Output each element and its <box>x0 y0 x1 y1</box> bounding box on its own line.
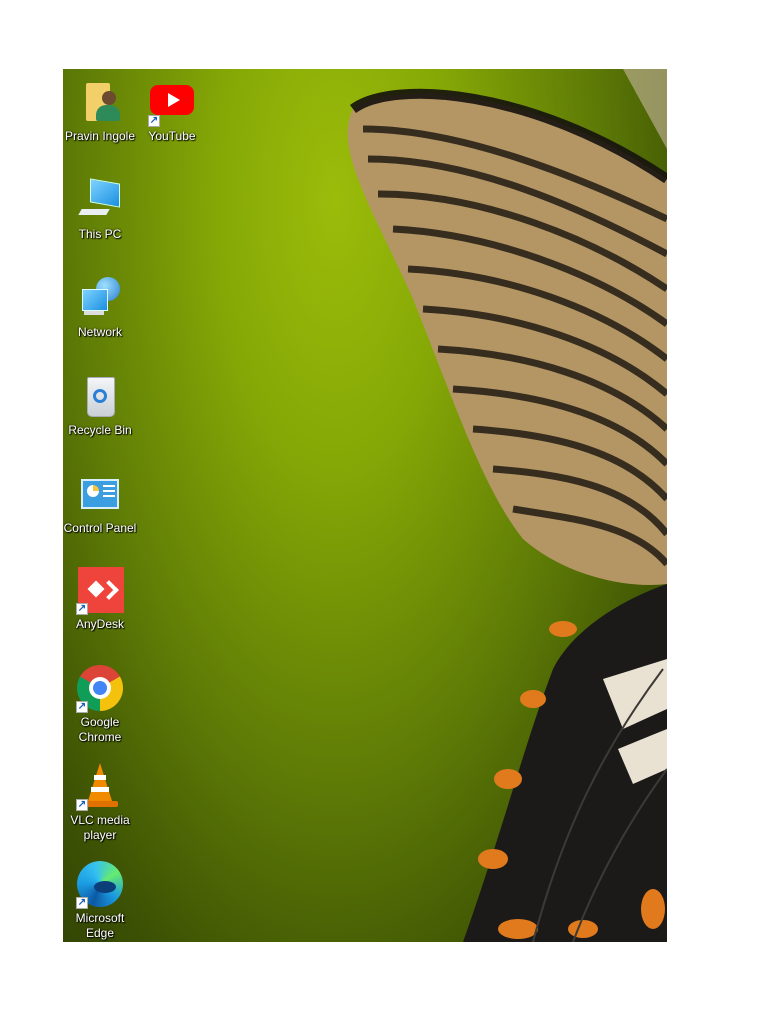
icon-label: This PC <box>78 227 122 241</box>
vlc-cone-icon: ↗ <box>76 763 124 811</box>
desktop-icon-vlc[interactable]: ↗ VLC media player <box>63 763 137 843</box>
edge-icon: ↗ <box>76 861 124 909</box>
desktop-icon-youtube[interactable]: ↗ YouTube <box>135 79 209 144</box>
youtube-icon: ↗ <box>148 79 196 127</box>
icon-label: Network <box>77 325 122 339</box>
desktop-icon-anydesk[interactable]: ↗ AnyDesk <box>63 567 137 632</box>
desktop-icon-pravin-ingole[interactable]: Pravin Ingole <box>63 79 137 144</box>
icon-label: Recycle Bin <box>68 423 132 437</box>
shortcut-arrow-icon: ↗ <box>76 603 88 615</box>
network-icon <box>76 275 124 323</box>
butterfly-wallpaper <box>347 69 667 942</box>
icon-label: Pravin Ingole <box>64 129 136 143</box>
icon-label: AnyDesk <box>75 617 125 631</box>
desktop-icon-control-panel[interactable]: Control Panel <box>63 471 137 536</box>
user-folder-icon <box>76 79 124 127</box>
shortcut-arrow-icon: ↗ <box>148 115 160 127</box>
desktop-icon-this-pc[interactable]: This PC <box>63 177 137 242</box>
recycle-bin-icon <box>76 373 124 421</box>
desktop-icon-edge[interactable]: ↗ Microsoft Edge <box>63 861 137 941</box>
chrome-icon: ↗ <box>76 665 124 713</box>
control-panel-icon <box>76 471 124 519</box>
computer-icon <box>76 177 124 225</box>
desktop-icon-recycle-bin[interactable]: Recycle Bin <box>63 373 137 438</box>
icon-label: Microsoft Edge <box>75 911 125 940</box>
icon-label: YouTube <box>148 129 196 143</box>
desktop[interactable]: Pravin Ingole ↗ YouTube This PC Network … <box>63 69 667 942</box>
shortcut-arrow-icon: ↗ <box>76 701 88 713</box>
anydesk-icon: ↗ <box>76 567 124 615</box>
icon-label: VLC media player <box>70 813 130 842</box>
desktop-icon-network[interactable]: Network <box>63 275 137 340</box>
shortcut-arrow-icon: ↗ <box>76 897 88 909</box>
desktop-icon-google-chrome[interactable]: ↗ Google Chrome <box>63 665 137 745</box>
shortcut-arrow-icon: ↗ <box>76 799 88 811</box>
icon-label: Control Panel <box>63 521 137 535</box>
icon-label: Google Chrome <box>78 715 122 744</box>
